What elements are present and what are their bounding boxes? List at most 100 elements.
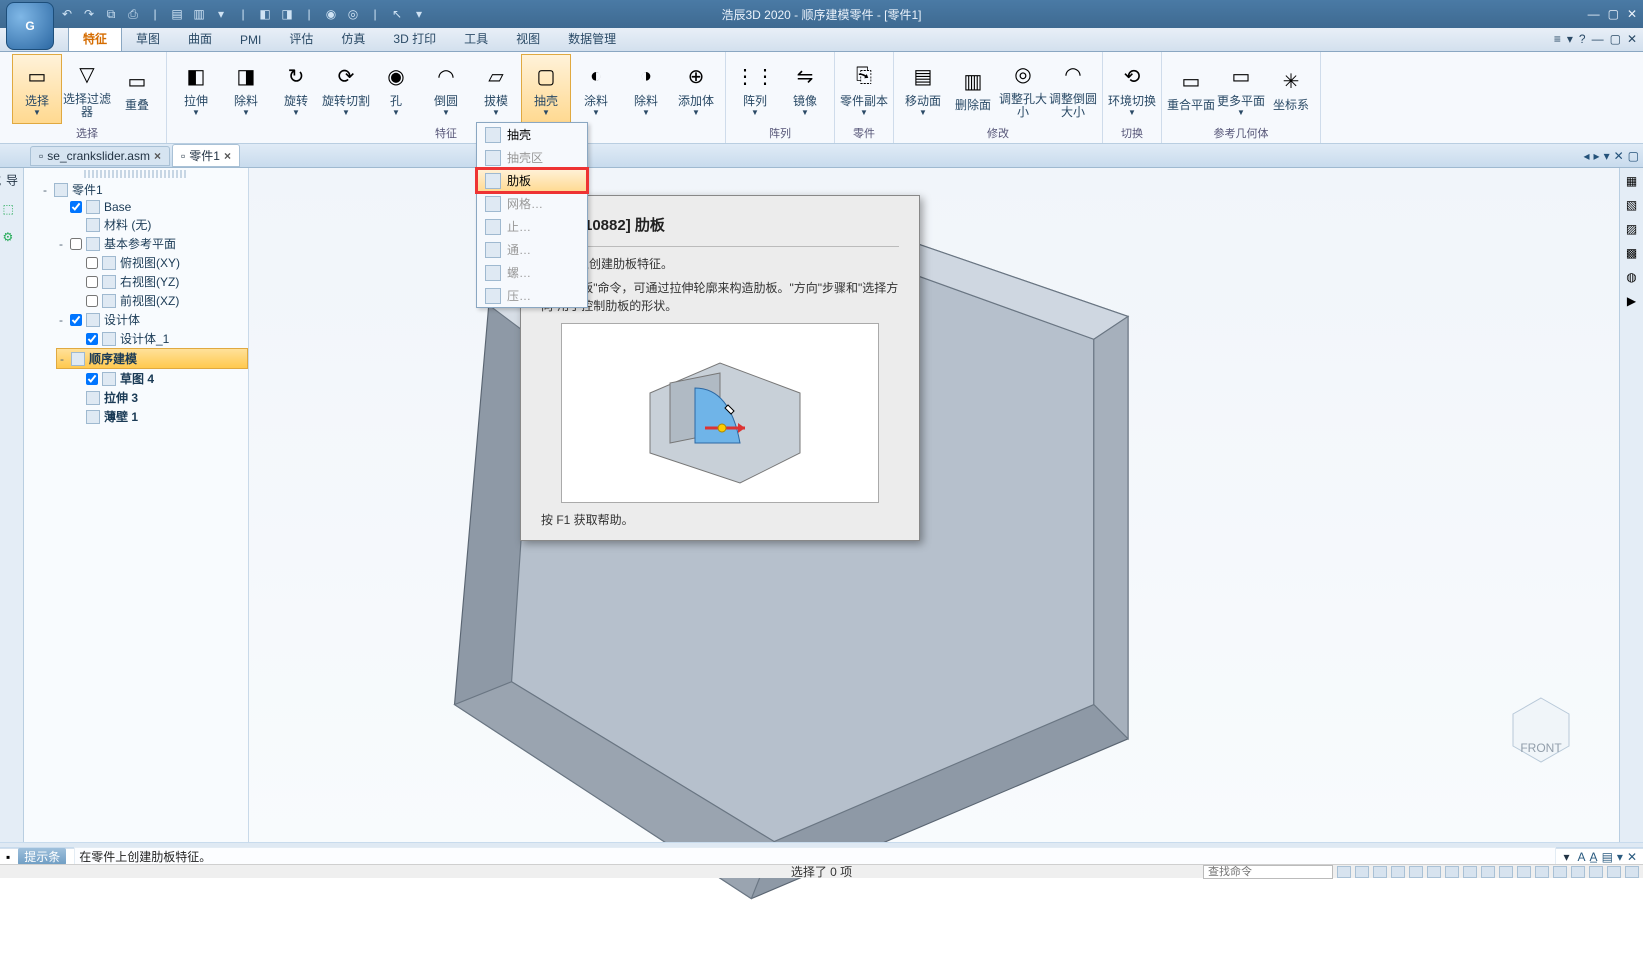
ribbon-btn-环境切换[interactable]: ⟲环境切换▼ (1107, 54, 1157, 124)
view-icon[interactable] (1625, 866, 1639, 878)
view-icon[interactable] (1517, 866, 1531, 878)
tool-icon[interactable]: ▧ (1626, 198, 1637, 212)
view-cube[interactable]: FRONT (1503, 692, 1579, 768)
status-dd-icon[interactable]: ▾ (1564, 850, 1570, 864)
ribbon-btn-更多平面[interactable]: ▭更多平面▼ (1216, 54, 1266, 124)
ribbon-btn-调整倒圆大小[interactable]: ◠调整倒圆大小 (1048, 54, 1098, 124)
status-tool-icon[interactable]: ▾ (1617, 850, 1623, 864)
qat-dd-icon[interactable]: ▾ (410, 5, 428, 23)
ribbon-tab-草图[interactable]: 草图 (122, 26, 174, 51)
ribbon-tab-数据管理[interactable]: 数据管理 (554, 26, 630, 51)
qat-icon[interactable]: ◉ (322, 5, 340, 23)
ribbon-tab-工具[interactable]: 工具 (450, 26, 502, 51)
tab-prev-icon[interactable]: ◂ (1584, 149, 1590, 163)
feature-tree[interactable]: -零件1Base材料 (无)-基本参考平面俯视图(XY)右视图(YZ)前视图(X… (24, 168, 249, 848)
mdi-min-icon[interactable]: — (1592, 32, 1604, 46)
tab-max-icon[interactable]: ▢ (1628, 149, 1639, 163)
tree-item[interactable]: 草图 4 (72, 369, 248, 388)
ribbon-btn-选择过滤器[interactable]: ▽选择过滤器 (62, 54, 112, 124)
close-icon[interactable]: × (154, 149, 161, 163)
cursor-icon[interactable]: ↖ (388, 5, 406, 23)
status-tool-icon[interactable]: ✕ (1627, 850, 1637, 864)
doc-tab[interactable]: ▫零件1× (172, 144, 240, 167)
view-icon[interactable] (1427, 866, 1441, 878)
qat-dd-icon[interactable]: ▾ (212, 5, 230, 23)
tab-close-icon[interactable]: ✕ (1614, 149, 1624, 163)
ribbon-btn-旋转[interactable]: ↻旋转▼ (271, 54, 321, 124)
ribbon-btn-选择[interactable]: ▭选择▼ (12, 54, 62, 124)
ribbon-btn-重合平面[interactable]: ▭重合平面 (1166, 54, 1216, 124)
tool-icon[interactable]: ▩ (1626, 246, 1637, 260)
tree-checkbox[interactable] (70, 201, 82, 213)
dropdown-item-抽壳[interactable]: 抽壳 (477, 123, 587, 146)
view-icon[interactable] (1409, 866, 1423, 878)
tree-item[interactable]: 材料 (无) (72, 215, 248, 234)
tree-checkbox[interactable] (86, 373, 98, 385)
view-icon[interactable] (1589, 866, 1603, 878)
view-icon[interactable] (1481, 866, 1495, 878)
dropdown-item-肋板[interactable]: 肋板 (477, 169, 587, 192)
ribbon-options-icon[interactable]: ▾ (1567, 32, 1573, 46)
viewport[interactable]: FRONT (249, 168, 1619, 848)
ribbon-btn-镜像[interactable]: ⇋镜像▼ (780, 54, 830, 124)
ribbon-btn-零件副本[interactable]: ⎘零件副本▼ (839, 54, 889, 124)
tool-icon[interactable]: ⬚ (3, 202, 21, 220)
dropdown-item-抽壳区[interactable]: 抽壳区 (477, 146, 587, 169)
maximize-icon[interactable]: ▢ (1608, 7, 1619, 21)
tree-item[interactable]: -顺序建模 (56, 348, 248, 369)
tree-item[interactable]: 设计体_1 (72, 329, 248, 348)
tree-checkbox[interactable] (70, 238, 82, 250)
ribbon-btn-阵列[interactable]: ⋮⋮阵列▼ (730, 54, 780, 124)
ribbon-btn-倒圆[interactable]: ◠倒圆▼ (421, 54, 471, 124)
shell-dropdown[interactable]: 抽壳抽壳区肋板网格…止…通…螺…压… (476, 122, 588, 308)
ribbon-tab-视图[interactable]: 视图 (502, 26, 554, 51)
tab-list-icon[interactable]: ▾ (1604, 149, 1610, 163)
history-icon[interactable]: 导航栏 (3, 174, 21, 192)
minimize-icon[interactable]: — (1588, 7, 1600, 21)
tree-item[interactable]: -基本参考平面 (56, 234, 248, 253)
mdi-close-icon[interactable]: ✕ (1627, 32, 1637, 46)
ribbon-btn-移动面[interactable]: ▤移动面▼ (898, 54, 948, 124)
save-all-icon[interactable]: ⧉ (102, 5, 120, 23)
ribbon-tab-评估[interactable]: 评估 (275, 26, 327, 51)
print-icon[interactable]: ⎙ (124, 5, 142, 23)
dropdown-item-网格…[interactable]: 网格… (477, 192, 587, 215)
tree-item[interactable]: -设计体 (56, 310, 248, 329)
tree-item[interactable]: Base (56, 199, 248, 215)
qat-icon[interactable]: ◨ (278, 5, 296, 23)
redo-icon[interactable]: ↷ (80, 5, 98, 23)
view-icon[interactable] (1445, 866, 1459, 878)
ribbon-btn-重叠[interactable]: ▭重叠 (112, 54, 162, 124)
tree-item[interactable]: 右视图(YZ) (72, 272, 248, 291)
tree-checkbox[interactable] (86, 257, 98, 269)
ribbon-btn-抽壳[interactable]: ▢抽壳▼ (521, 54, 571, 124)
mdi-max-icon[interactable]: ▢ (1610, 32, 1621, 46)
tool-icon[interactable]: ▦ (1626, 174, 1637, 188)
dropdown-item-通…[interactable]: 通… (477, 238, 587, 261)
qat-icon[interactable]: ◎ (344, 5, 362, 23)
tree-item[interactable]: 俯视图(XY) (72, 253, 248, 272)
ribbon-tab-PMI[interactable]: PMI (226, 29, 275, 51)
tool-icon[interactable]: ⚙ (3, 230, 21, 248)
ribbon-btn-除料[interactable]: ◑除料▼ (621, 54, 671, 124)
tab-next-icon[interactable]: ▸ (1594, 149, 1600, 163)
close-icon[interactable]: ✕ (1627, 7, 1637, 21)
ribbon-tab-特征[interactable]: 特征 (68, 25, 122, 51)
qat-icon[interactable]: ▤ (168, 5, 186, 23)
ribbon-btn-涂料[interactable]: ◐涂料▼ (571, 54, 621, 124)
ribbon-tab-3D 打印[interactable]: 3D 打印 (379, 26, 450, 51)
tree-checkbox[interactable] (86, 276, 98, 288)
dropdown-item-止…[interactable]: 止… (477, 215, 587, 238)
view-icon[interactable] (1391, 866, 1405, 878)
status-tool-icon[interactable]: A̲ (1590, 850, 1598, 864)
search-input[interactable] (1203, 865, 1333, 879)
command-search[interactable] (1203, 864, 1333, 879)
tree-checkbox[interactable] (86, 333, 98, 345)
doc-tab[interactable]: ▫se_crankslider.asm× (30, 146, 170, 166)
ribbon-btn-调整孔大小[interactable]: ◎调整孔大小 (998, 54, 1048, 124)
view-icon[interactable] (1607, 866, 1621, 878)
view-icon[interactable] (1499, 866, 1513, 878)
ribbon-btn-除料[interactable]: ◨除料▼ (221, 54, 271, 124)
panel-grip[interactable] (84, 170, 188, 178)
view-icon[interactable] (1463, 866, 1477, 878)
